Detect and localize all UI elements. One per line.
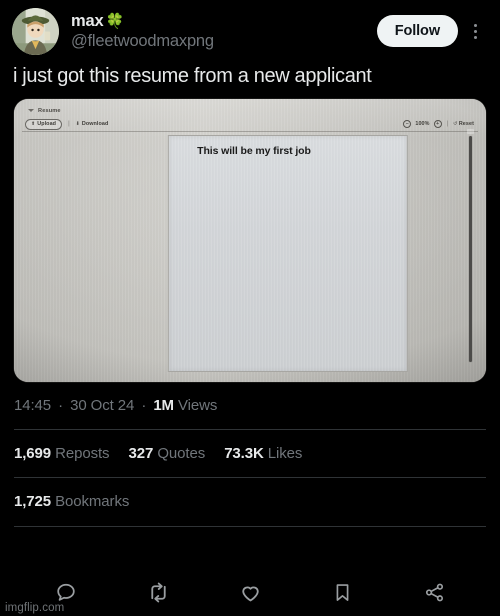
toolbar-divider: | bbox=[446, 121, 449, 127]
bookmark-icon[interactable] bbox=[325, 575, 359, 609]
bookmarks-count: 1,725 bbox=[14, 493, 52, 510]
resume-app-screenshot: Resume ⬆ Upload | ⬇ Download − 100% + | … bbox=[14, 99, 486, 382]
more-vertical-icon[interactable] bbox=[462, 16, 488, 46]
display-name: max bbox=[71, 11, 104, 30]
chevron-down-icon[interactable] bbox=[28, 109, 34, 112]
document-scrollbar[interactable] bbox=[469, 136, 472, 362]
quotes-stat[interactable]: 327 Quotes bbox=[129, 445, 210, 462]
clover-emoji-icon: 🍀 bbox=[105, 12, 125, 30]
author-handle: @fleetwoodmaxpng bbox=[71, 31, 214, 50]
tweet-header: max 🍀 @fleetwoodmaxpng Follow bbox=[0, 0, 500, 56]
avatar-image bbox=[12, 7, 59, 55]
engagement-stats: 1,699 Reposts 327 Quotes 73.3K Likes bbox=[0, 430, 500, 464]
app-toolbar: ⬆ Upload | ⬇ Download − 100% + | ↺ Reset bbox=[22, 117, 478, 132]
reset-button[interactable]: ↺ Reset bbox=[453, 121, 474, 127]
divider bbox=[14, 526, 486, 527]
document-page: This will be my first job bbox=[167, 135, 408, 372]
toolbar-left-group: ⬆ Upload | ⬇ Download bbox=[25, 118, 109, 130]
more-dot bbox=[473, 23, 477, 27]
meta-separator: · bbox=[58, 397, 64, 414]
avatar[interactable] bbox=[12, 7, 59, 55]
likes-count: 73.3K bbox=[224, 445, 264, 462]
upload-button[interactable]: ⬆ Upload bbox=[25, 118, 63, 130]
like-icon[interactable] bbox=[233, 575, 267, 609]
bookmarks-stats: 1,725 Bookmarks bbox=[0, 478, 500, 512]
more-dot bbox=[473, 35, 477, 39]
action-bar bbox=[0, 568, 500, 616]
app-title: Resume bbox=[38, 107, 61, 114]
scrollbar-cap bbox=[467, 129, 474, 134]
bookmarks-stat[interactable]: 1,725 Bookmarks bbox=[14, 493, 129, 510]
document-canvas: This will be my first job bbox=[14, 129, 486, 376]
plus-circle-icon[interactable]: + bbox=[433, 120, 442, 128]
tweet-card: max 🍀 @fleetwoodmaxpng Follow i just got… bbox=[0, 0, 500, 616]
retweet-icon[interactable] bbox=[141, 575, 175, 609]
download-label: Download bbox=[81, 121, 109, 127]
tweet-time: 14:45 bbox=[14, 397, 52, 414]
follow-button[interactable]: Follow bbox=[376, 15, 458, 47]
likes-label: Likes bbox=[267, 445, 303, 462]
download-button[interactable]: ⬇ Download bbox=[76, 121, 109, 127]
display-name-row: max 🍀 bbox=[71, 12, 377, 31]
quotes-label: Quotes bbox=[157, 445, 206, 462]
views-count: 1M bbox=[153, 397, 174, 414]
upload-label: Upload bbox=[37, 121, 57, 127]
toolbar-right-group: − 100% + | ↺ Reset bbox=[403, 120, 474, 128]
share-icon[interactable] bbox=[417, 575, 451, 609]
app-titlebar: Resume bbox=[22, 105, 478, 116]
minus-circle-icon[interactable]: − bbox=[403, 120, 412, 128]
author-names: max 🍀 @fleetwoodmaxpng bbox=[71, 12, 377, 51]
meta-separator: · bbox=[141, 397, 147, 414]
reposts-count: 1,699 bbox=[14, 445, 52, 462]
document-text: This will be my first job bbox=[197, 145, 311, 157]
reposts-stat[interactable]: 1,699 Reposts bbox=[14, 445, 114, 462]
reset-label: Reset bbox=[458, 121, 474, 127]
quotes-count: 327 bbox=[128, 445, 154, 462]
download-icon: ⬇ bbox=[75, 121, 80, 127]
zoom-level: 100% bbox=[415, 121, 430, 127]
tweet-meta: 14:45 · 30 Oct 24 · 1M Views bbox=[0, 382, 500, 416]
reposts-label: Reposts bbox=[55, 445, 110, 462]
tweet-date: 30 Oct 24 bbox=[70, 397, 135, 414]
tweet-text: i just got this resume from a new applic… bbox=[13, 65, 372, 87]
toolbar-divider: | bbox=[68, 121, 70, 127]
tweet-image[interactable]: Resume ⬆ Upload | ⬇ Download − 100% + | … bbox=[14, 99, 486, 382]
likes-stat[interactable]: 73.3K Likes bbox=[224, 445, 302, 462]
views-label: Views bbox=[178, 397, 218, 414]
bookmarks-label: Bookmarks bbox=[55, 493, 130, 510]
rotate-ccw-icon: ↺ bbox=[453, 121, 458, 127]
watermark: imgflip.com bbox=[5, 602, 65, 614]
upload-icon: ⬆ bbox=[31, 121, 36, 127]
more-dot bbox=[473, 29, 477, 33]
